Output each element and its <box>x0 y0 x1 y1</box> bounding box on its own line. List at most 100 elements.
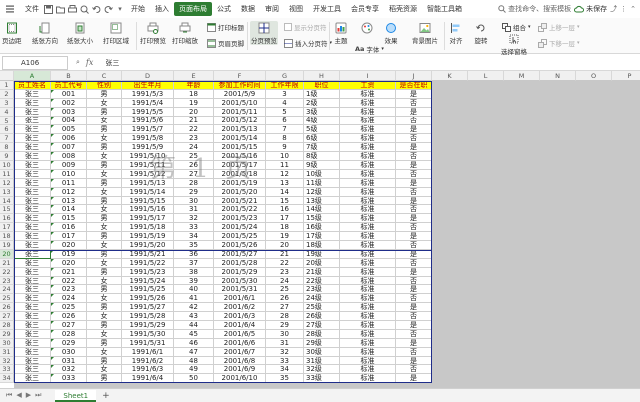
table-cell[interactable]: 张三 <box>14 241 51 250</box>
table-cell[interactable]: 032 <box>51 365 87 375</box>
table-cell[interactable]: 41 <box>174 294 214 304</box>
table-cell[interactable]: 标准 <box>340 89 396 99</box>
table-cell[interactable]: 27级 <box>304 321 340 330</box>
table-cell[interactable]: 男 <box>87 285 122 295</box>
table-cell[interactable]: 1991/5/30 <box>122 329 174 339</box>
table-cell[interactable]: 14 <box>266 187 304 197</box>
table-cell[interactable]: 12 <box>266 169 304 179</box>
table-cell[interactable]: 2001/5/16 <box>214 152 266 161</box>
table-cell[interactable]: 27 <box>174 169 214 179</box>
table-cell[interactable]: 16级 <box>304 223 340 233</box>
table-cell[interactable]: 33 <box>266 356 304 366</box>
row-header[interactable]: 17 <box>0 223 14 233</box>
table-cell[interactable]: 2001/6/3 <box>214 312 266 321</box>
table-cell[interactable]: 否 <box>396 205 432 215</box>
table-cell[interactable]: 40 <box>174 285 214 295</box>
table-cell[interactable]: 否 <box>396 223 432 233</box>
table-cell[interactable]: 张三 <box>14 125 51 135</box>
row-header[interactable]: 31 <box>0 347 14 357</box>
table-cell[interactable]: 12级 <box>304 187 340 197</box>
table-cell[interactable]: 女 <box>87 205 122 215</box>
table-cell[interactable]: 标准 <box>340 125 396 135</box>
table-cell[interactable]: 标准 <box>340 285 396 295</box>
table-cell[interactable]: 19级 <box>304 249 340 259</box>
table-cell[interactable]: 35 <box>266 374 304 384</box>
row-header[interactable]: 16 <box>0 214 14 224</box>
table-cell[interactable]: 1991/6/4 <box>122 374 174 384</box>
table-cell[interactable]: 标准 <box>340 356 396 366</box>
name-box[interactable]: A106 <box>2 55 68 70</box>
table-cell[interactable]: 张三 <box>14 347 51 357</box>
column-header-j[interactable]: J <box>396 71 432 81</box>
table-cell[interactable]: 24 <box>266 276 304 286</box>
table-cell[interactable]: 1991/5/7 <box>122 125 174 135</box>
table-cell[interactable]: 24 <box>174 143 214 153</box>
table-cell[interactable]: 2001/6/4 <box>214 321 266 330</box>
page-break-preview-button[interactable]: 分页预览 <box>250 21 278 45</box>
table-cell[interactable]: 18级 <box>304 241 340 250</box>
row-header[interactable]: 3 <box>0 98 14 108</box>
column-header-m[interactable]: M <box>504 71 540 81</box>
table-cell[interactable]: 33 <box>174 223 214 233</box>
table-cell[interactable]: 14级 <box>304 205 340 215</box>
last-sheet-icon[interactable]: ⏭ <box>35 391 41 400</box>
table-cell[interactable]: 13级 <box>304 196 340 206</box>
table-cell[interactable]: 张三 <box>14 161 51 170</box>
table-cell[interactable]: 4 <box>266 98 304 108</box>
row-header[interactable]: 25 <box>0 294 14 304</box>
table-cell[interactable]: 32级 <box>304 365 340 375</box>
tab-developer[interactable]: 开发工具 <box>308 2 346 16</box>
table-cell[interactable]: 张三 <box>14 187 51 197</box>
folder-icon[interactable] <box>55 4 65 14</box>
table-cell[interactable]: 标准 <box>340 98 396 108</box>
header-cell[interactable]: 工资 <box>340 81 396 90</box>
command-search[interactable]: 查找命令、搜索模板 <box>498 4 571 14</box>
table-cell[interactable]: 2001/5/23 <box>214 214 266 224</box>
table-cell[interactable]: 2001/5/19 <box>214 178 266 188</box>
show-page-breaks-checkbox[interactable]: 显示分页符 <box>284 22 327 32</box>
formula-input[interactable]: 张三 <box>105 58 119 68</box>
column-header-g[interactable]: G <box>266 71 304 81</box>
table-cell[interactable]: 1991/5/14 <box>122 187 174 197</box>
table-cell[interactable]: 2001/5/22 <box>214 205 266 215</box>
table-cell[interactable]: 1991/5/20 <box>122 241 174 250</box>
table-cell[interactable]: 张三 <box>14 321 51 330</box>
row-header[interactable]: 34 <box>0 374 14 384</box>
tab-home[interactable]: 开始 <box>126 2 150 16</box>
table-cell[interactable]: 1991/5/6 <box>122 116 174 126</box>
row-header[interactable]: 2 <box>0 89 14 99</box>
row-header[interactable]: 9 <box>0 152 14 161</box>
row-header[interactable]: 11 <box>0 169 14 179</box>
column-header-c[interactable]: C <box>87 71 122 81</box>
table-cell[interactable]: 47 <box>174 347 214 357</box>
table-cell[interactable]: 1991/5/29 <box>122 321 174 330</box>
row-header[interactable]: 8 <box>0 143 14 153</box>
table-cell[interactable]: 031 <box>51 356 87 366</box>
table-cell[interactable]: 2001/6/5 <box>214 329 266 339</box>
sheet-tab-sheet1[interactable]: Sheet1 <box>55 389 97 402</box>
table-cell[interactable]: 男 <box>87 107 122 117</box>
table-cell[interactable]: 标准 <box>340 178 396 188</box>
worksheet-grid[interactable]: ABCDEFGHIJKLMNOPQ1员工姓名员工代号性别出生年月年龄参加工作时间… <box>0 71 640 388</box>
table-cell[interactable]: 张三 <box>14 258 51 268</box>
table-cell[interactable]: 10 <box>266 152 304 161</box>
table-cell[interactable]: 15 <box>266 196 304 206</box>
orientation-button[interactable]: 纸张方向 <box>32 21 58 45</box>
tab-data[interactable]: 数据 <box>236 2 260 16</box>
column-header-k[interactable]: K <box>432 71 468 81</box>
table-cell[interactable]: 007 <box>51 143 87 153</box>
table-cell[interactable]: 标准 <box>340 241 396 250</box>
first-sheet-icon[interactable]: ⏮ <box>6 391 12 400</box>
table-cell[interactable]: 是 <box>396 232 432 241</box>
table-cell[interactable]: 张三 <box>14 116 51 126</box>
table-cell[interactable]: 009 <box>51 161 87 170</box>
table-cell[interactable]: 35 <box>174 241 214 250</box>
table-cell[interactable]: 张三 <box>14 338 51 348</box>
table-cell[interactable]: 19 <box>266 232 304 241</box>
collaborate-icon[interactable]: ⤴ <box>610 4 617 14</box>
select-all-corner[interactable] <box>0 71 14 81</box>
redo-icon[interactable] <box>103 4 113 14</box>
table-cell[interactable]: 张三 <box>14 356 51 366</box>
table-cell[interactable]: 女 <box>87 312 122 321</box>
table-cell[interactable]: 1991/5/3 <box>122 89 174 99</box>
